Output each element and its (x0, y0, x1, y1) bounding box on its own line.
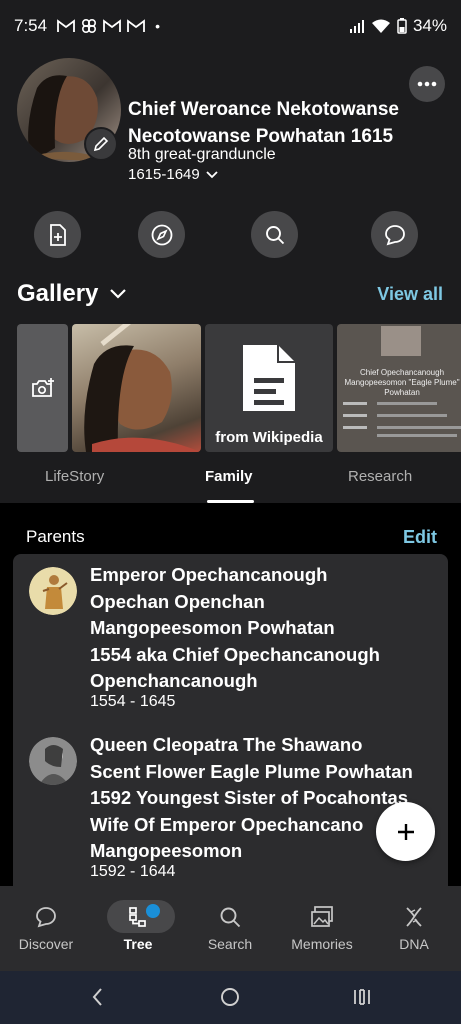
gallery-title: Gallery (17, 280, 99, 307)
gmail-icon (127, 19, 145, 32)
person-relationship: 8th great-granduncle (128, 146, 276, 163)
recent-apps-icon[interactable] (352, 987, 372, 1007)
edit-photo-button[interactable] (84, 127, 118, 161)
notification-badge (146, 904, 160, 918)
add-document-button[interactable] (34, 211, 81, 258)
nav-label: DNA (399, 936, 429, 952)
person-dates-toggle[interactable]: 1615-1649 (128, 166, 218, 183)
document-icon (243, 345, 295, 411)
nav-discover[interactable]: Discover (0, 900, 92, 952)
chat-icon (384, 224, 405, 245)
system-navigation-bar (0, 971, 461, 1024)
gmail-icon (57, 19, 75, 32)
tab-family[interactable]: Family (205, 468, 253, 485)
chevron-down-icon (110, 289, 127, 299)
nav-label: Discover (18, 936, 74, 952)
profile-tabs: LifeStory Family Research (0, 452, 461, 503)
nav-dna[interactable]: DNA (368, 900, 460, 952)
gallery-document-item[interactable]: Chief Opechancanough Mangopeesomon "Eagl… (337, 324, 461, 452)
add-family-member-button[interactable] (376, 802, 435, 861)
comment-button[interactable] (371, 211, 418, 258)
person-name-line: Chief Weroance Nekotowanse (128, 99, 400, 120)
battery-level: 34% (412, 16, 447, 35)
compass-icon (151, 224, 172, 245)
parents-card: Emperor Opechancanough Opechan Openchan … (13, 554, 448, 914)
search-icon (220, 907, 241, 928)
search-records-button[interactable] (251, 211, 298, 258)
tab-lifestory[interactable]: LifeStory (45, 468, 104, 485)
parent-name-line: Emperor Opechancanough (90, 564, 328, 585)
parent-name-line: 1554 aka Chief Opechancanough (90, 643, 380, 665)
gallery-dropdown[interactable]: Gallery (17, 280, 127, 308)
nav-memories[interactable]: Memories (276, 900, 368, 952)
battery-icon (397, 18, 407, 34)
parent-name-line: Mangopeesomon Powhatan (90, 617, 335, 638)
chevron-down-icon (206, 170, 218, 178)
plus-icon (397, 823, 414, 840)
nav-label: Tree (123, 936, 153, 952)
nav-tree[interactable]: Tree (92, 900, 184, 952)
document-heading: Chief Opechancanough Mangopeesomon "Eagl… (344, 368, 460, 397)
parent-avatar (29, 567, 77, 615)
wifi-icon (371, 19, 390, 33)
explore-button[interactable] (138, 211, 185, 258)
pinwheel-icon (82, 18, 97, 34)
bottom-navigation: Discover Tree Search Memories DNA (0, 886, 461, 971)
parents-section-title: Parents (26, 527, 85, 546)
status-time: 7:54 (14, 16, 48, 35)
person-name: Chief Weroance Nekotowanse Necotowanse P… (128, 96, 428, 150)
parent-list-item[interactable]: Emperor Opechancanough Opechan Openchan … (13, 554, 448, 734)
search-icon (265, 225, 284, 244)
pencil-icon (93, 136, 109, 152)
add-camera-icon (31, 378, 54, 397)
edit-parents-button[interactable]: Edit (403, 527, 437, 548)
parent-name-line: Queen Cleopatra The Shawano (90, 734, 363, 755)
back-icon[interactable] (90, 987, 106, 1007)
parent-dates: 1554 - 1645 (90, 693, 176, 710)
home-icon[interactable] (220, 987, 240, 1007)
notification-dot: • (155, 18, 160, 34)
notification-icons: • (57, 18, 160, 34)
nav-search[interactable]: Search (184, 900, 276, 952)
add-document-icon (49, 223, 66, 246)
signal-icon (349, 20, 364, 33)
parent-name-line: Scent Flower Eagle Plume Powhatan (90, 760, 413, 782)
dna-icon (406, 907, 422, 927)
gallery-portrait-photo[interactable] (72, 324, 201, 452)
portrait-image (84, 324, 201, 452)
status-bar: 7:54 • 34% (0, 0, 461, 52)
memories-icon (311, 906, 333, 927)
parent-name-line: Openchancanough (90, 670, 258, 691)
person-dates: 1615-1649 (128, 166, 200, 183)
gallery-wikipedia-item[interactable]: from Wikipedia (205, 324, 333, 452)
discover-icon (36, 907, 56, 928)
parent-dates: 1592 - 1644 (90, 863, 176, 880)
view-all-link[interactable]: View all (377, 284, 443, 305)
tab-research[interactable]: Research (348, 468, 412, 485)
parent-avatar (29, 737, 77, 785)
parent-name: Emperor Opechancanough Opechan Openchan … (90, 562, 440, 695)
gmail-icon (103, 19, 121, 32)
nav-label: Search (207, 936, 253, 952)
parent-name-line: Opechan Openchan (90, 590, 265, 612)
nav-label: Memories (291, 936, 353, 952)
add-photo-button[interactable] (17, 324, 68, 452)
more-horizontal-icon (417, 81, 437, 87)
gallery-item-label: from Wikipedia (215, 429, 323, 446)
